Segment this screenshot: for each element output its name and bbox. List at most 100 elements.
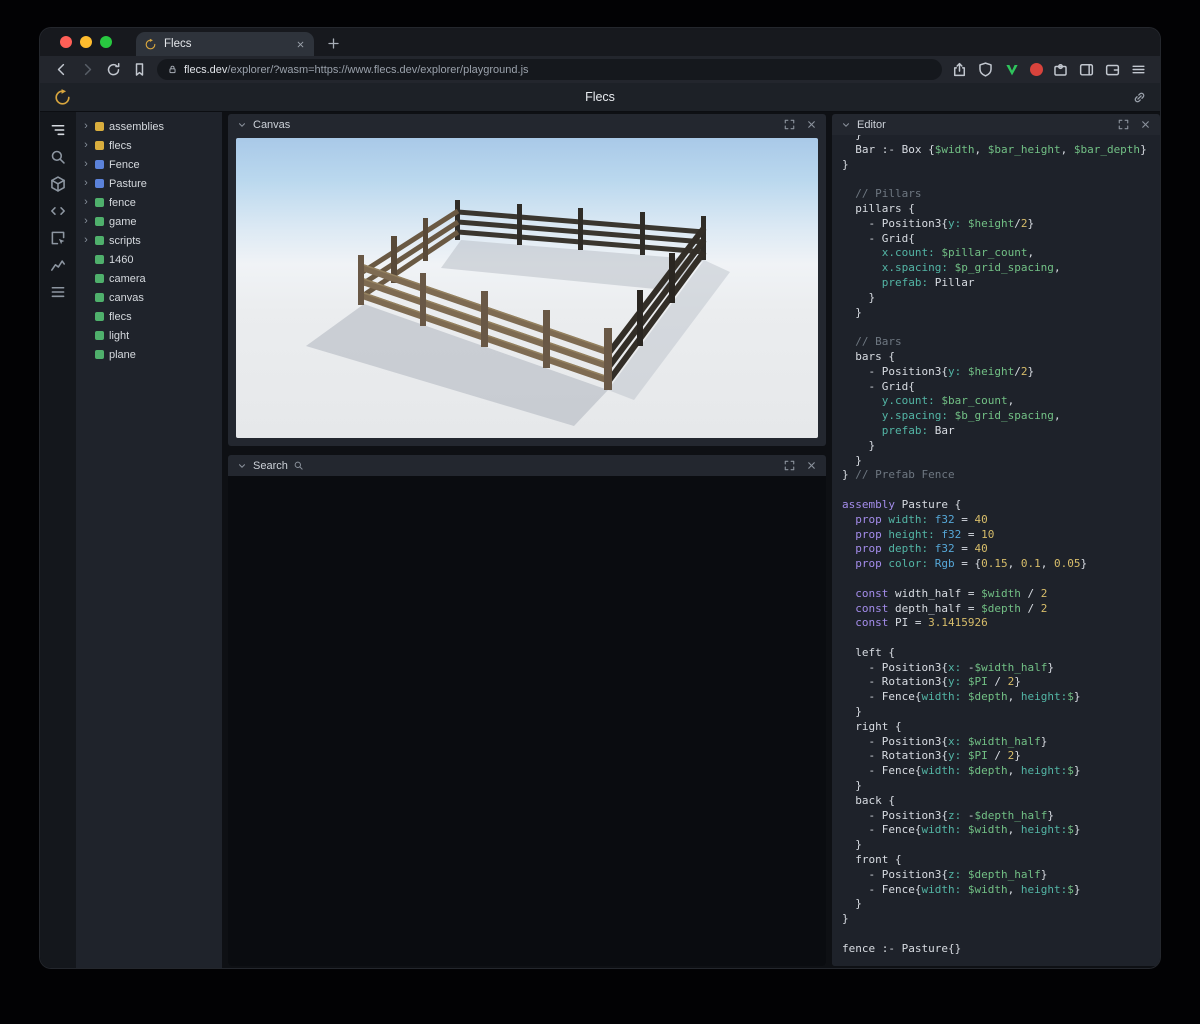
back-button[interactable] (53, 61, 70, 78)
lock-icon[interactable] (167, 64, 178, 75)
search-panel: Search (228, 455, 826, 966)
tab-close-icon[interactable] (295, 39, 306, 50)
code-line: y.spacing: $b_grid_spacing, (842, 409, 1061, 423)
statistics-icon[interactable] (49, 256, 67, 274)
tree-item-label: plane (109, 348, 136, 361)
code-line: - Grid{ (842, 231, 915, 245)
code-line: - Fence{width: $depth, height:$} (842, 764, 1081, 778)
tree-expand-icon[interactable]: › (82, 235, 90, 246)
extension-red-icon[interactable] (1030, 63, 1043, 76)
maximize-window-button[interactable] (100, 36, 112, 48)
forward-button[interactable] (79, 61, 96, 78)
address-bar[interactable]: flecs.dev/explorer/?wasm=https://www.fle… (157, 59, 942, 80)
tree-item-4-fence[interactable]: › fence (76, 193, 222, 212)
tree-expand-icon[interactable]: › (82, 178, 90, 189)
code-line: prop height: f32 = 10 (842, 527, 995, 541)
search-fullscreen-icon[interactable] (783, 459, 796, 472)
code-line: - Position3{x: -$width_half} (842, 660, 1054, 674)
tree-item-label: light (109, 329, 130, 342)
tree-item-12-plane[interactable]: plane (76, 345, 222, 364)
tree-item-label: camera (109, 272, 146, 285)
close-window-button[interactable] (60, 36, 72, 48)
code-line: } (842, 897, 862, 911)
tree-view-icon[interactable] (49, 121, 67, 139)
script-editor-icon[interactable] (49, 202, 67, 220)
tab-title: Flecs (164, 38, 192, 50)
tree-item-5-game[interactable]: › game (76, 212, 222, 231)
reload-button[interactable] (105, 61, 122, 78)
tree-item-10-flecs[interactable]: flecs (76, 307, 222, 326)
canvas-collapse-icon[interactable] (236, 119, 248, 131)
code-line: pillars { (842, 201, 915, 215)
search-collapse-icon[interactable] (236, 460, 248, 472)
code-line: } (842, 290, 876, 304)
canvas-panel-title: Canvas (253, 118, 291, 131)
code-line: } (842, 305, 862, 319)
3d-viewport[interactable] (236, 138, 818, 438)
editor-close-icon[interactable] (1139, 118, 1152, 131)
tree-item-1-flecs[interactable]: › flecs (76, 136, 222, 155)
code-line: fence :- Pasture{} (842, 941, 962, 955)
tree-expand-icon[interactable]: › (82, 140, 90, 151)
entity-kind-swatch (95, 160, 104, 169)
tree-expand-icon[interactable]: › (82, 197, 90, 208)
tree-item-9-canvas[interactable]: canvas (76, 288, 222, 307)
code-line: - Fence{width: $depth, height:$} (842, 690, 1081, 704)
canvas-close-icon[interactable] (805, 118, 818, 131)
tree-item-2-Fence[interactable]: › Fence (76, 155, 222, 174)
app-header: Flecs (40, 83, 1160, 112)
code-line: - Fence{width: $width, height:$} (842, 882, 1081, 896)
commands-icon[interactable] (49, 283, 67, 301)
tree-expand-icon[interactable]: › (82, 121, 90, 132)
code-line: } (842, 453, 862, 467)
code-line: bars { (842, 349, 895, 363)
tree-item-8-camera[interactable]: camera (76, 269, 222, 288)
canvas-panel: Canvas (228, 114, 826, 446)
tree-item-6-scripts[interactable]: › scripts (76, 231, 222, 250)
minimize-window-button[interactable] (80, 36, 92, 48)
search-panel-title: Search (253, 459, 288, 472)
entities-view-icon[interactable] (49, 175, 67, 193)
shields-button[interactable] (977, 61, 994, 78)
bookmark-icon[interactable] (131, 61, 148, 78)
canvas-fullscreen-icon[interactable] (783, 118, 796, 131)
editor-body: } Bar :- Box {$width, $bar_height, $bar_… (832, 135, 1160, 966)
inspector-icon[interactable] (49, 229, 67, 247)
new-tab-button[interactable] (326, 36, 341, 51)
code-line: } (842, 912, 849, 926)
tree-item-7-1460[interactable]: 1460 (76, 250, 222, 269)
entity-kind-swatch (95, 236, 104, 245)
tree-item-label: Pasture (109, 177, 147, 190)
tree-item-3-Pasture[interactable]: › Pasture (76, 174, 222, 193)
code-line: - Rotation3{y: $PI / 2} (842, 749, 1021, 763)
code-line: front { (842, 853, 902, 867)
browser-tab[interactable]: Flecs (136, 32, 314, 56)
share-button[interactable] (951, 61, 968, 78)
code-line: prefab: Bar (842, 423, 955, 437)
extensions-button[interactable] (1052, 61, 1069, 78)
search-close-icon[interactable] (805, 459, 818, 472)
tree-item-11-light[interactable]: light (76, 326, 222, 345)
activity-bar (40, 112, 76, 968)
tree-expand-icon[interactable]: › (82, 159, 90, 170)
code-line: prop color: Rgb = {0.15, 0.1, 0.05} (842, 557, 1088, 571)
wallet-button[interactable] (1104, 61, 1121, 78)
editor-collapse-icon[interactable] (840, 119, 852, 131)
tree-expand-icon[interactable]: › (82, 216, 90, 227)
code-line: assembly Pasture { (842, 497, 962, 511)
query-search-icon[interactable] (49, 148, 67, 166)
code-line: - Grid{ (842, 379, 915, 393)
sidebar-toggle-button[interactable] (1078, 61, 1095, 78)
tree-item-0-assemblies[interactable]: › assemblies (76, 117, 222, 136)
code-line: } (842, 438, 876, 452)
menu-button[interactable] (1130, 61, 1147, 78)
code-line: prop width: f32 = 40 (842, 512, 988, 526)
extension-v-icon[interactable] (1003, 61, 1021, 79)
code-editor[interactable]: } Bar :- Box {$width, $bar_height, $bar_… (832, 135, 1160, 957)
editor-fullscreen-icon[interactable] (1117, 118, 1130, 131)
code-line: const depth_half = $depth / 2 (842, 601, 1048, 615)
editor-panel-title: Editor (857, 118, 886, 131)
